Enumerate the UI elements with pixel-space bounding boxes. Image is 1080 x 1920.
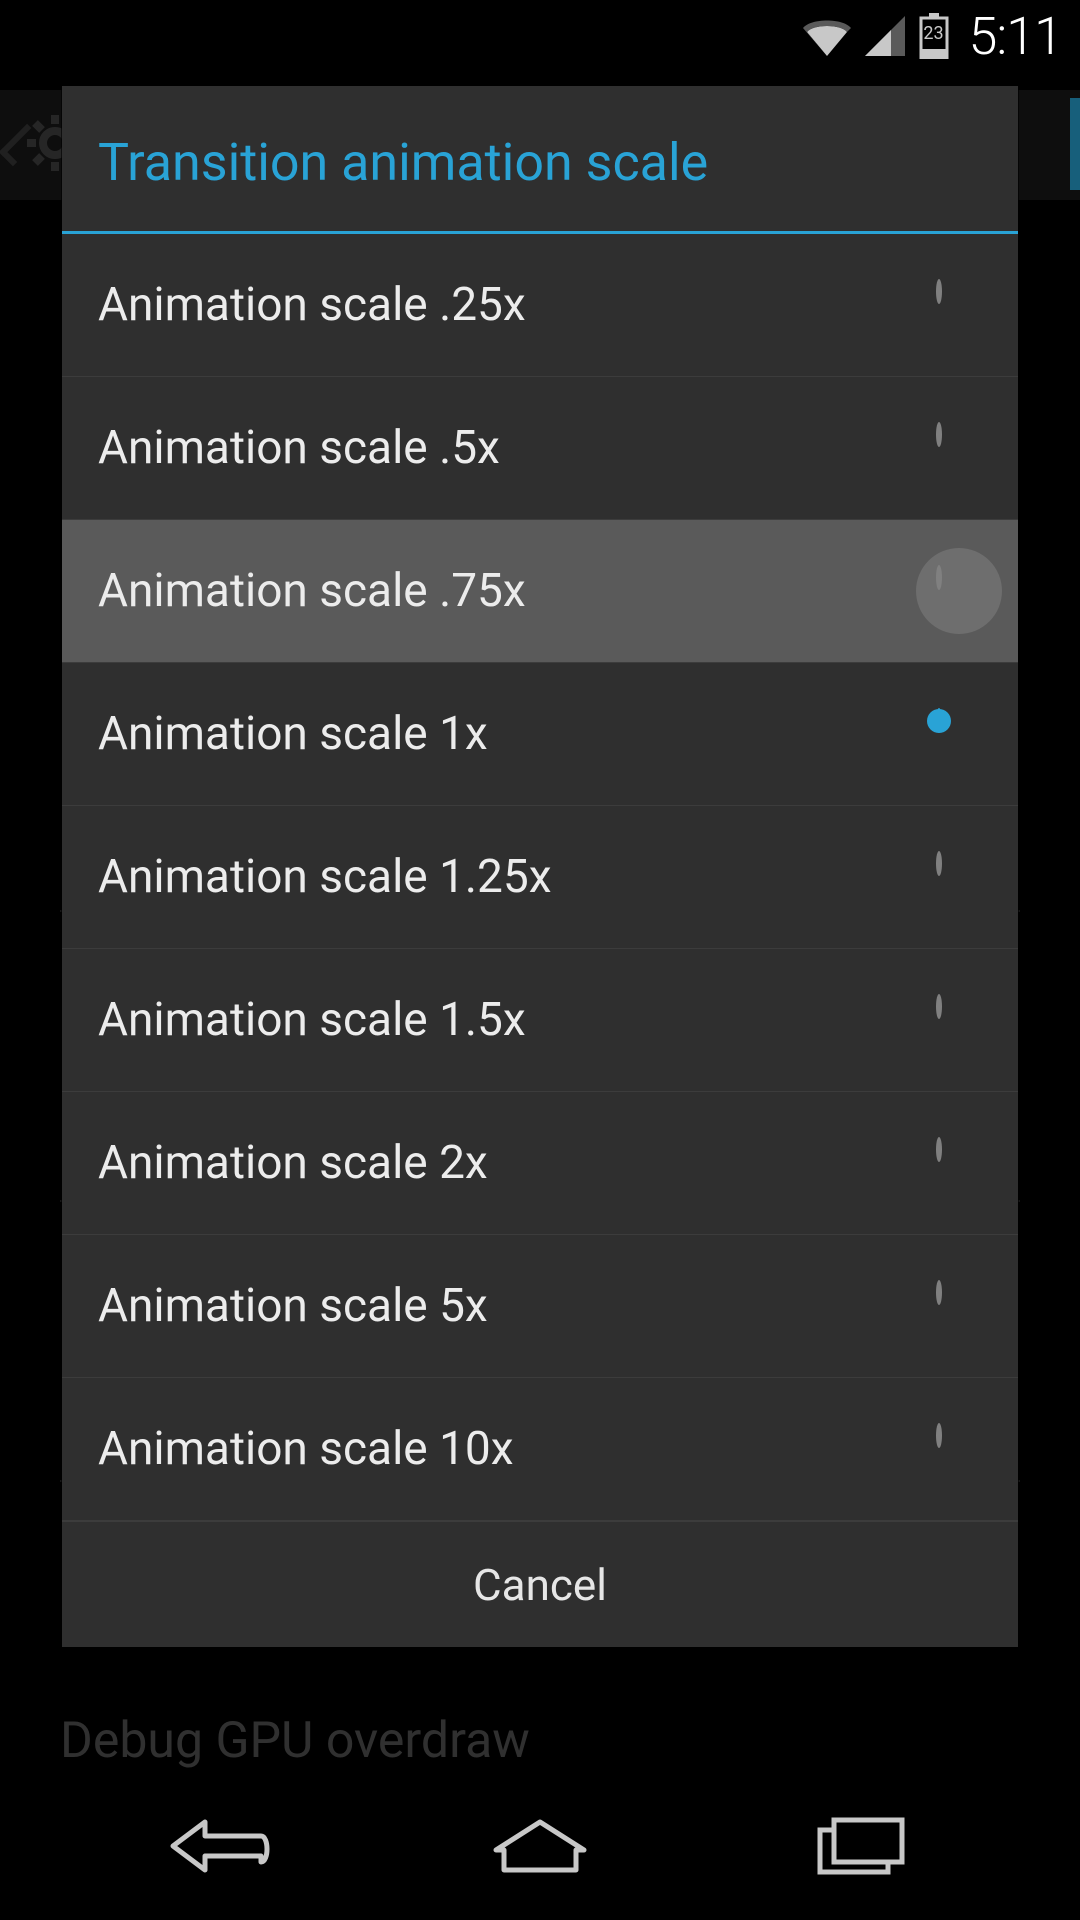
battery-level-text: 23 <box>919 23 949 44</box>
option-row[interactable]: Animation scale 10x <box>62 1378 1018 1521</box>
radio-button[interactable] <box>936 711 982 757</box>
radio-unselected-icon <box>936 422 942 447</box>
option-label: Animation scale .75x <box>98 564 526 618</box>
background-list-item: Debug GPU overdraw <box>60 1712 530 1770</box>
radio-button[interactable] <box>936 425 982 471</box>
option-row[interactable]: Animation scale 1x <box>62 663 1018 806</box>
radio-button[interactable] <box>936 1426 982 1472</box>
dialog-title: Transition animation scale <box>98 132 982 193</box>
radio-unselected-icon <box>936 565 942 590</box>
option-row[interactable]: Animation scale .25x <box>62 234 1018 377</box>
dialog-footer: Cancel <box>62 1521 1018 1647</box>
radio-button[interactable] <box>936 997 982 1043</box>
navigation-bar <box>0 1776 1080 1920</box>
status-clock: 5:11 <box>969 6 1062 67</box>
radio-button[interactable] <box>936 282 982 328</box>
radio-unselected-icon <box>936 1137 942 1162</box>
option-row[interactable]: Animation scale 1.5x <box>62 949 1018 1092</box>
option-label: Animation scale 1.25x <box>98 850 552 904</box>
radio-button[interactable] <box>936 1283 982 1329</box>
option-label: Animation scale 1.5x <box>98 993 526 1047</box>
option-row[interactable]: Animation scale 5x <box>62 1235 1018 1378</box>
radio-unselected-icon <box>936 851 942 876</box>
wifi-icon <box>803 16 851 56</box>
touch-ripple <box>916 548 1002 634</box>
radio-selected-icon <box>936 708 942 733</box>
option-label: Animation scale 1x <box>98 707 488 761</box>
home-icon <box>490 1816 590 1880</box>
dialog-options-list: Animation scale .25x Animation scale .5x A… <box>62 234 1018 1521</box>
radio-unselected-icon <box>936 279 942 304</box>
radio-button[interactable] <box>936 568 982 614</box>
dialog-transition-animation-scale: Transition animation scale Animation sca… <box>62 86 1018 1647</box>
radio-unselected-icon <box>936 1280 942 1305</box>
background-toggle-edge <box>1070 98 1080 190</box>
radio-unselected-icon <box>936 1423 942 1448</box>
recents-icon <box>812 1814 908 1882</box>
option-label: Animation scale .25x <box>98 278 526 332</box>
status-bar: 23 5:11 <box>0 0 1080 72</box>
option-row[interactable]: Animation scale 2x <box>62 1092 1018 1235</box>
option-label: Animation scale 10x <box>98 1422 514 1476</box>
nav-recents-button[interactable] <box>760 1798 960 1898</box>
radio-unselected-icon <box>936 994 942 1019</box>
nav-back-button[interactable] <box>120 1798 320 1898</box>
nav-home-button[interactable] <box>440 1798 640 1898</box>
option-label: Animation scale 2x <box>98 1136 488 1190</box>
option-row[interactable]: Animation scale .5x <box>62 377 1018 520</box>
back-icon <box>165 1814 275 1882</box>
radio-button[interactable] <box>936 854 982 900</box>
option-row[interactable]: Animation scale 1.25x <box>62 806 1018 949</box>
battery-icon: 23 <box>919 13 949 59</box>
option-label: Animation scale .5x <box>98 421 500 475</box>
radio-button[interactable] <box>936 1140 982 1186</box>
option-row[interactable]: Animation scale .75x <box>62 520 1018 663</box>
option-label: Animation scale 5x <box>98 1279 488 1333</box>
dialog-header: Transition animation scale <box>62 86 1018 231</box>
cancel-button[interactable]: Cancel <box>473 1559 607 1611</box>
cell-signal-icon <box>865 16 905 56</box>
